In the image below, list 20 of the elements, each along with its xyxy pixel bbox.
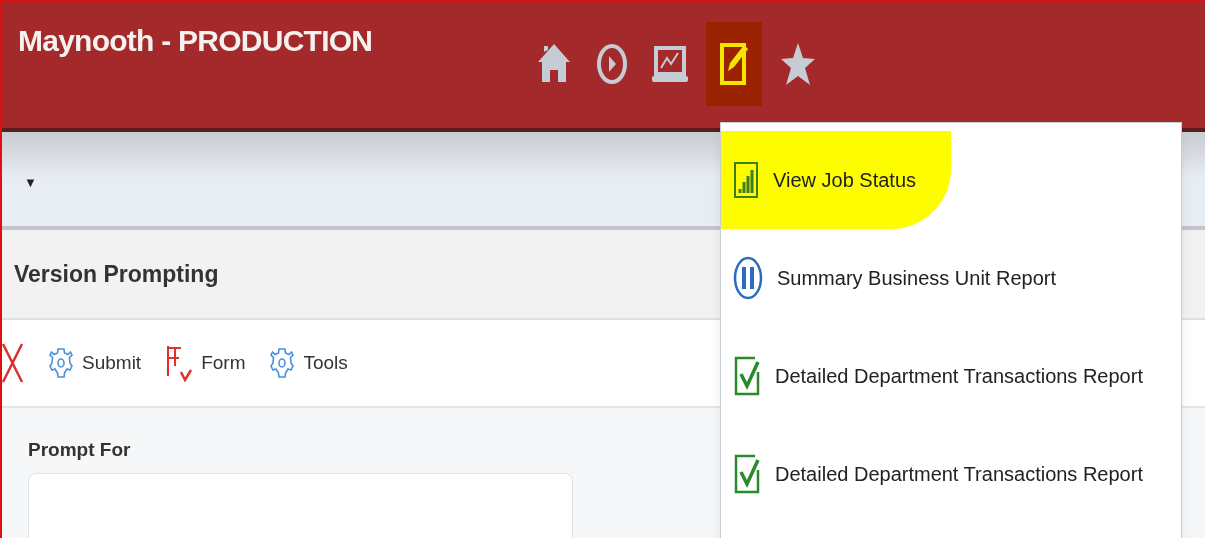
pause-icon xyxy=(733,256,763,300)
menu-item[interactable]: Summary Business Unit Report xyxy=(721,229,1176,327)
menu-item[interactable]: Detailed Department Transactions Report xyxy=(721,425,1176,523)
checkbox-checked-icon xyxy=(733,354,761,398)
toolbar-button[interactable]: Submit xyxy=(48,346,142,380)
app-title: Maynooth - PRODUCTION xyxy=(18,23,373,59)
menu-item[interactable]: Detailed Department Transactions Report xyxy=(721,327,1176,425)
prompt-label: Prompt For xyxy=(28,438,132,462)
bar-chart-icon xyxy=(733,160,759,200)
gear-icon xyxy=(269,346,296,380)
collapse-toggle[interactable]: ▼ xyxy=(24,173,37,193)
gear-icon xyxy=(48,346,74,380)
prompt-field[interactable] xyxy=(28,472,573,538)
checkbox-checked-icon xyxy=(733,452,761,496)
edit-icon[interactable] xyxy=(706,22,763,106)
form-title: Version Prompting xyxy=(14,259,219,289)
toolbar-button[interactable]: Form xyxy=(165,342,246,384)
close-icon[interactable] xyxy=(2,342,24,384)
menu-item[interactable]: View Job Status xyxy=(721,131,951,229)
toolbar-button[interactable]: Tools xyxy=(269,346,348,380)
